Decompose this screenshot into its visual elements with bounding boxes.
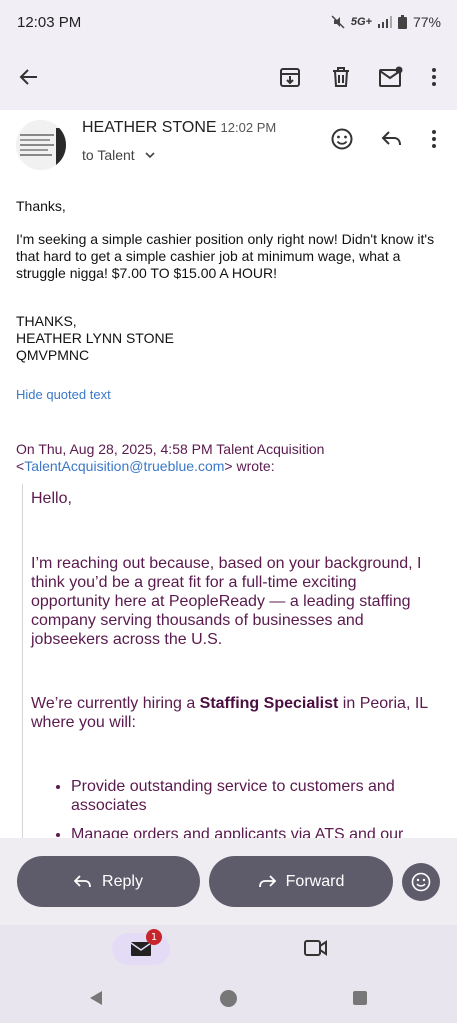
message-more-button[interactable] — [421, 126, 447, 152]
quote-sender-email-link[interactable]: TalentAcquisition@trueblue.com — [24, 458, 224, 474]
react-button[interactable] — [329, 126, 355, 152]
body-greeting: Thanks, — [16, 198, 66, 214]
toolbar — [0, 44, 457, 110]
recipient-toggle[interactable]: to Talent — [82, 147, 155, 163]
forward-label: Forward — [285, 872, 345, 890]
quote-para2-text-a: We’re currently hiring a — [31, 695, 200, 712]
quote-hello: Hello, — [31, 490, 72, 507]
emoji-icon — [411, 872, 431, 892]
archive-button[interactable] — [277, 64, 303, 90]
nav-meet[interactable] — [304, 939, 328, 962]
signature-line-1: THANKS, — [16, 313, 77, 329]
system-back-icon[interactable] — [88, 990, 104, 1006]
back-button[interactable] — [16, 64, 42, 90]
message-view: HEATHER STONE 12:02 PM to Talent Thanks, … — [0, 110, 457, 838]
recipient-label: to Talent — [82, 147, 135, 163]
system-home-icon[interactable] — [219, 989, 238, 1008]
mail-unread-icon — [379, 66, 403, 87]
unread-badge: 1 — [146, 929, 162, 945]
trash-icon — [333, 67, 349, 87]
battery-icon — [397, 15, 407, 29]
reply-button[interactable]: Reply — [17, 856, 200, 907]
bottom-nav: 1 — [0, 925, 457, 975]
signature-line-3: QMVPMNC — [16, 347, 90, 363]
status-bar: 12:03 PM 5G+ 77% — [0, 0, 457, 44]
sender-avatar[interactable] — [16, 120, 66, 170]
quote-paragraph-2: We’re currently hiring a Staffing Specia… — [31, 694, 431, 732]
action-bar: Reply Forward — [0, 838, 457, 925]
job-title: Staffing Specialist — [199, 695, 339, 712]
more-vert-icon — [432, 130, 436, 148]
delete-button[interactable] — [328, 64, 354, 90]
quote-header-date: On Thu, Aug 28, 2025, 4:58 PM Talent Acq… — [16, 441, 325, 457]
reply-icon — [381, 131, 401, 146]
more-options-button[interactable] — [421, 64, 447, 90]
battery-level: 77% — [412, 14, 441, 30]
more-vert-icon — [432, 68, 436, 86]
system-recents-icon[interactable] — [352, 990, 368, 1006]
signal-icon — [377, 16, 392, 28]
forward-icon — [258, 874, 276, 887]
network-label: 5G+ — [350, 16, 372, 28]
video-camera-icon — [304, 940, 327, 956]
mark-unread-button[interactable] — [378, 64, 404, 90]
quote-header: On Thu, Aug 28, 2025, 4:58 PM Talent Acq… — [16, 441, 436, 475]
avatar-image — [16, 120, 66, 170]
arrow-left-icon — [19, 69, 37, 85]
archive-icon — [280, 68, 300, 87]
mute-icon — [331, 15, 345, 29]
quote-divider — [22, 484, 23, 838]
forward-button[interactable]: Forward — [209, 856, 393, 907]
signature-line-2: HEATHER LYNN STONE — [16, 330, 174, 346]
hide-quoted-text-link[interactable]: Hide quoted text — [16, 386, 111, 403]
quote-header-lt: < — [16, 458, 25, 474]
sender-name-text: HEATHER STONE — [82, 119, 217, 136]
message-time: 12:02 PM — [220, 120, 277, 135]
quote-paragraph-1: I’m reaching out because, based on your … — [31, 555, 422, 648]
quote-header-wrote: > wrote: — [224, 458, 275, 474]
emoji-reaction-button[interactable] — [402, 863, 440, 901]
emoji-icon — [331, 128, 353, 150]
list-item: Provide outstanding service to customers… — [71, 777, 431, 815]
list-item: Manage orders and applicants via ATS and… — [71, 825, 431, 838]
body-paragraph: I'm seeking a simple cashier position on… — [16, 231, 435, 281]
status-time: 12:03 PM — [17, 14, 82, 31]
chevron-down-icon — [144, 152, 155, 159]
quote-bullet-list: Provide outstanding service to customers… — [31, 777, 431, 838]
system-nav-bar — [0, 975, 457, 1023]
reply-icon-button[interactable] — [379, 126, 405, 152]
reply-label: Reply — [102, 872, 143, 890]
sender-name: HEATHER STONE 12:02 PM — [82, 119, 276, 137]
status-icons: 5G+ 77% — [331, 14, 441, 30]
reply-icon — [74, 874, 91, 887]
